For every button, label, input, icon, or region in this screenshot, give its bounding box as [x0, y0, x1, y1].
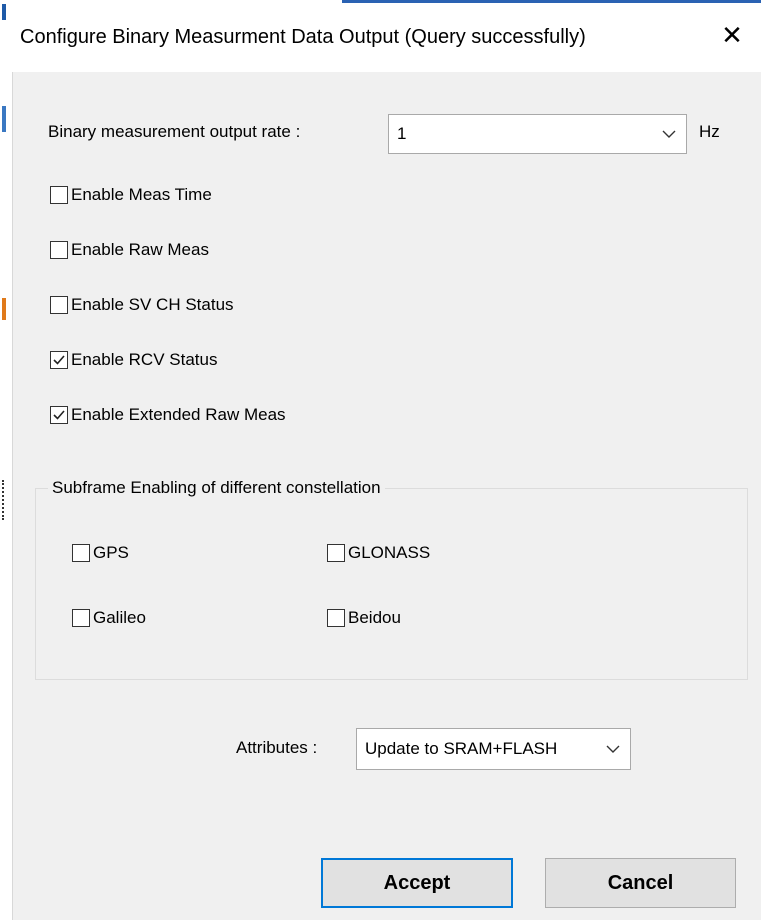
title-bar: Configure Binary Measurment Data Output … [12, 0, 761, 72]
dialog-window: Configure Binary Measurment Data Output … [0, 0, 761, 920]
checkbox-box[interactable] [327, 609, 345, 627]
checkbox-box[interactable] [50, 241, 68, 259]
checkbox-label: Enable Raw Meas [71, 240, 209, 259]
checkbox-box[interactable] [50, 186, 68, 204]
attributes-label: Attributes : [236, 738, 318, 757]
checkbox-galileo[interactable]: Galileo [72, 608, 146, 628]
checkbox-box[interactable] [50, 351, 68, 369]
checkbox-box[interactable] [72, 544, 90, 562]
background-app-peek [342, 0, 761, 3]
checkbox-label: Galileo [93, 608, 146, 627]
attributes-select[interactable]: Update to SRAM+FLASH [356, 728, 631, 770]
accept-button[interactable]: Accept [321, 858, 513, 908]
output-rate-label: Binary measurement output rate : [48, 122, 301, 141]
cancel-button[interactable]: Cancel [545, 858, 736, 908]
checkbox-box[interactable] [50, 406, 68, 424]
checkmark-icon [53, 355, 65, 365]
output-rate-select[interactable]: 1 [388, 114, 687, 154]
chevron-down-icon [606, 745, 620, 753]
checkbox-beidou[interactable]: Beidou [327, 608, 401, 628]
output-rate-value: 1 [397, 124, 407, 143]
checkbox-label: Enable Extended Raw Meas [71, 405, 286, 424]
dialog-title: Configure Binary Measurment Data Output … [20, 26, 586, 48]
checkbox-label: Beidou [348, 608, 401, 627]
checkbox-enable-sv-ch-status[interactable]: Enable SV CH Status [50, 295, 234, 315]
background-app-strip [0, 0, 13, 920]
close-icon: ✕ [721, 20, 743, 50]
checkbox-label: GLONASS [348, 543, 431, 562]
checkbox-gps[interactable]: GPS [72, 543, 129, 563]
checkbox-box[interactable] [327, 544, 345, 562]
output-rate-unit: Hz [699, 122, 720, 141]
checkbox-label: GPS [93, 543, 129, 562]
checkbox-enable-extended-raw-meas[interactable]: Enable Extended Raw Meas [50, 405, 286, 425]
chevron-down-icon [662, 130, 676, 138]
checkbox-enable-meas-time[interactable]: Enable Meas Time [50, 185, 212, 205]
checkmark-icon [53, 410, 65, 420]
checkbox-enable-raw-meas[interactable]: Enable Raw Meas [50, 240, 209, 260]
subframe-group-title: Subframe Enabling of different constella… [48, 478, 385, 498]
close-button[interactable]: ✕ [711, 14, 753, 56]
checkbox-enable-rcv-status[interactable]: Enable RCV Status [50, 350, 217, 370]
checkbox-label: Enable Meas Time [71, 185, 212, 204]
checkbox-box[interactable] [50, 296, 68, 314]
checkbox-label: Enable SV CH Status [71, 295, 234, 314]
attributes-value: Update to SRAM+FLASH [365, 739, 558, 758]
subframe-groupbox [35, 488, 748, 680]
checkbox-glonass[interactable]: GLONASS [327, 543, 430, 563]
checkbox-box[interactable] [72, 609, 90, 627]
checkbox-label: Enable RCV Status [71, 350, 218, 369]
